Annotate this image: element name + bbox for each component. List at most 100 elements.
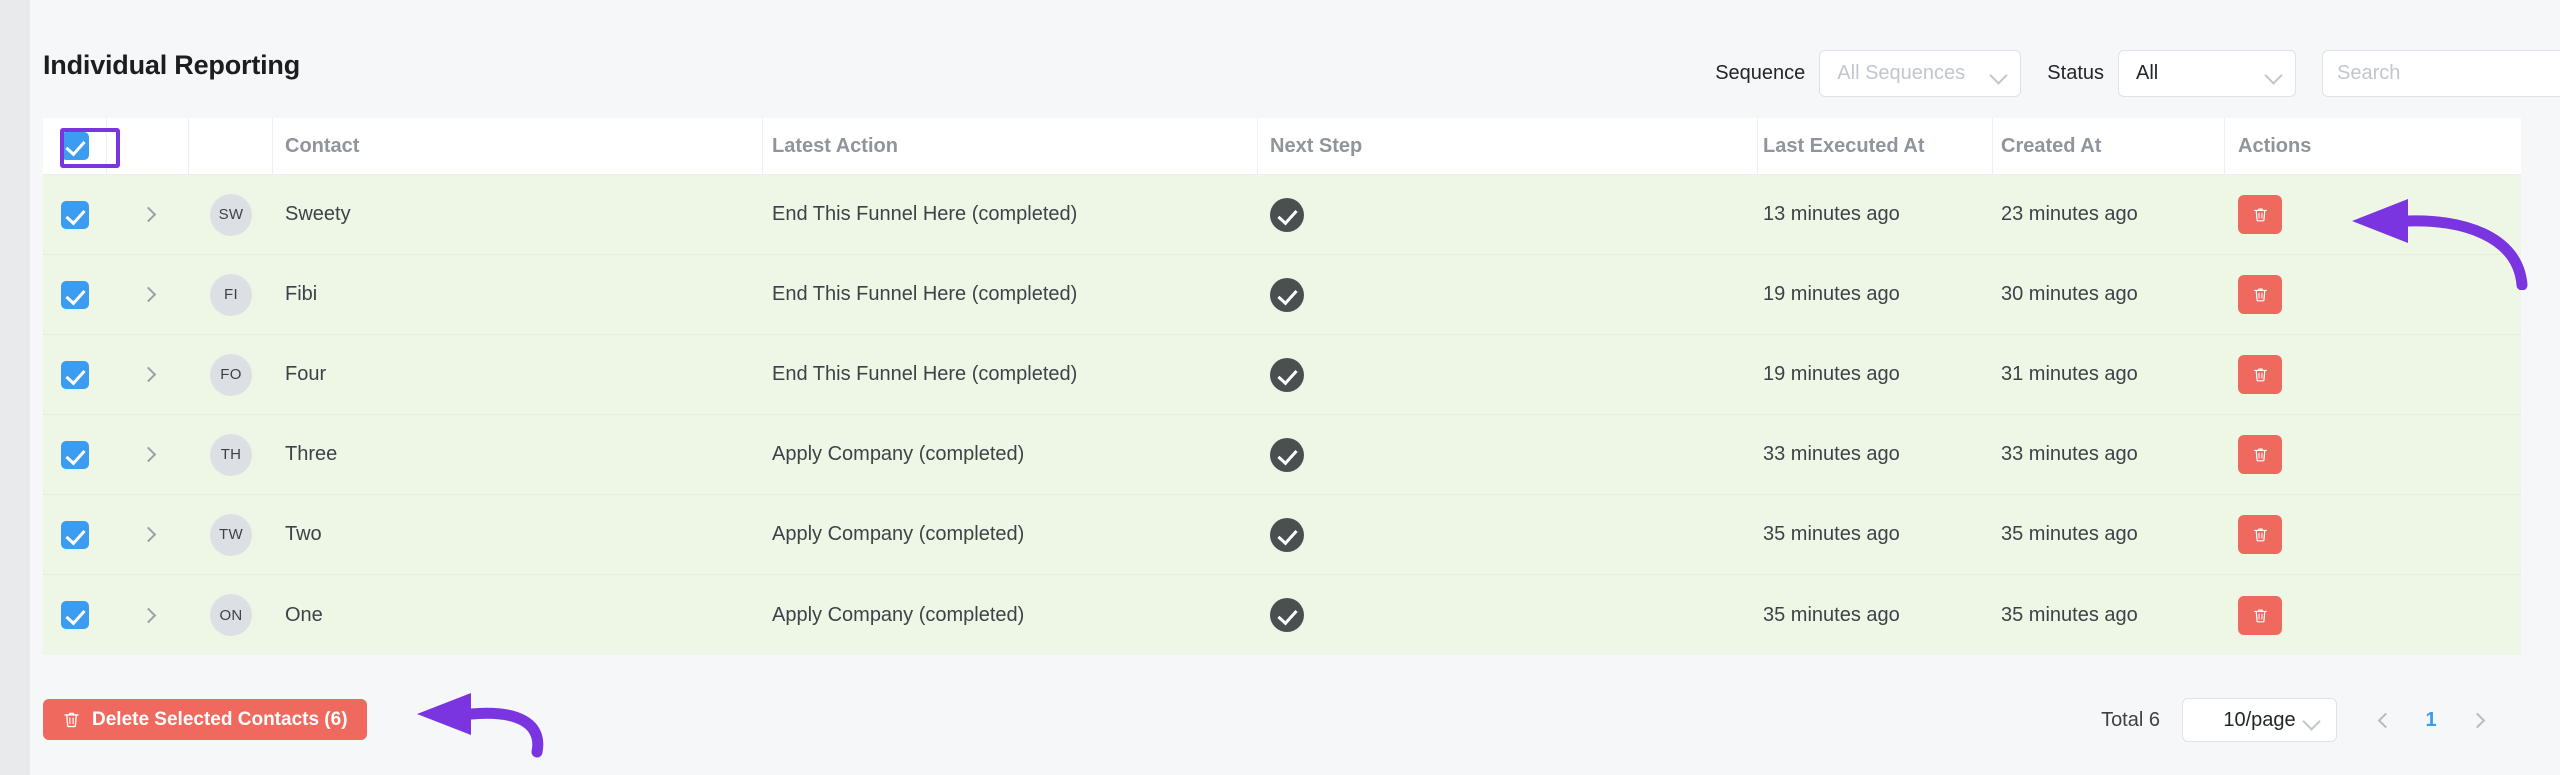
avatar: FI (210, 273, 252, 316)
row-expand-cell[interactable] (107, 575, 189, 655)
status-filter-label: Status (2047, 62, 2104, 84)
next-page-button[interactable] (2454, 698, 2500, 742)
chevron-right-icon[interactable] (140, 206, 156, 223)
row-expand-cell[interactable] (107, 335, 189, 415)
row-delete-button[interactable] (2238, 515, 2282, 554)
previous-page-button[interactable] (2362, 698, 2408, 742)
cell-latest-action: Apply Company (completed) (772, 603, 1025, 626)
row-select-cell (43, 415, 107, 495)
cell-next-step (1258, 175, 1758, 255)
row-checkbox[interactable] (61, 601, 89, 629)
trash-icon (2253, 368, 2267, 382)
row-expand-cell[interactable] (107, 175, 189, 255)
cell-created-at: 31 minutes ago (2001, 363, 2138, 385)
row-select-cell (43, 335, 107, 415)
row-select-cell (43, 495, 107, 575)
row-delete-button[interactable] (2238, 595, 2282, 635)
row-expand-cell[interactable] (107, 495, 189, 575)
check-circle-icon (1270, 357, 1304, 392)
row-delete-button[interactable] (2238, 195, 2282, 234)
trash-icon (2253, 528, 2267, 542)
table-row: FO Four End This Funnel Here (completed) 19… (43, 335, 2521, 415)
chevron-right-icon[interactable] (140, 607, 156, 623)
chevron-right-icon[interactable] (140, 366, 156, 383)
trash-icon (2253, 608, 2267, 622)
column-header-latest-action: Latest Action (763, 117, 1258, 175)
cell-next-step (1258, 255, 1758, 335)
cell-next-step (1258, 495, 1758, 575)
cell-next-step (1258, 415, 1758, 495)
check-circle-icon (1270, 517, 1304, 552)
avatar-header-cell (189, 117, 273, 175)
chevron-down-icon (1989, 65, 2008, 85)
cell-contact: Four (285, 363, 327, 385)
cell-created-at: 23 minutes ago (2001, 203, 2138, 225)
row-checkbox[interactable] (61, 360, 89, 389)
page-number-1[interactable]: 1 (2408, 698, 2454, 742)
row-delete-button[interactable] (2238, 275, 2282, 314)
cell-last-executed-at: 19 minutes ago (1763, 363, 1900, 385)
sequence-select[interactable]: All Sequences (1819, 50, 2022, 97)
cell-created-at: 33 minutes ago (2001, 443, 2138, 465)
table-row: TH Three Apply Company (completed) 33 minut… (43, 415, 2521, 495)
column-header-created-at: Created At (1993, 117, 2225, 175)
app-page: Individual Reporting Sequence All Sequen… (30, 0, 2560, 775)
avatar: ON (210, 594, 252, 636)
search-input[interactable] (2322, 50, 2560, 97)
chevron-right-icon (2469, 712, 2485, 728)
row-avatar-cell: ON (189, 575, 273, 655)
row-expand-cell[interactable] (107, 415, 189, 495)
pager: 1 (2362, 698, 2500, 742)
cell-last-executed-at: 35 minutes ago (1763, 523, 1900, 545)
cell-contact: One (285, 603, 323, 626)
reporting-card-header: Individual Reporting Sequence All Sequen… (30, 0, 2560, 118)
sequence-filter-label: Sequence (1715, 62, 1806, 84)
page-size-select[interactable]: 10/page (2182, 698, 2337, 742)
cell-created-at: 35 minutes ago (2001, 603, 2138, 626)
trash-icon (64, 712, 79, 728)
status-select[interactable]: All (2118, 50, 2296, 97)
avatar: TW (210, 513, 252, 556)
chevron-right-icon[interactable] (140, 446, 156, 463)
chevron-right-icon[interactable] (140, 526, 156, 543)
cell-last-executed-at: 19 minutes ago (1763, 283, 1900, 305)
avatar: SW (210, 193, 252, 236)
total-count-label: Total 6 (2101, 708, 2160, 731)
row-select-cell (43, 175, 107, 255)
row-delete-button[interactable] (2238, 435, 2282, 474)
search-group (2322, 50, 2560, 97)
row-checkbox[interactable] (61, 440, 89, 469)
cell-actions (2225, 495, 2521, 575)
delete-selected-contacts-label: Delete Selected Contacts (6) (92, 708, 348, 730)
cell-actions (2225, 335, 2521, 415)
row-avatar-cell: TW (189, 495, 273, 575)
row-avatar-cell: SW (189, 175, 273, 255)
cell-last-executed-at: 13 minutes ago (1763, 203, 1900, 225)
table-row: SW Sweety End This Funnel Here (completed)… (43, 175, 2521, 255)
select-all-checkbox[interactable] (60, 132, 89, 160)
row-avatar-cell: TH (189, 415, 273, 495)
delete-selected-contacts-button[interactable]: Delete Selected Contacts (6) (43, 699, 367, 740)
row-delete-button[interactable] (2238, 355, 2282, 394)
page-title: Individual Reporting (43, 50, 300, 80)
cell-last-executed-at: 33 minutes ago (1763, 443, 1900, 465)
cell-latest-action: Apply Company (completed) (772, 523, 1025, 545)
table-row: ON One Apply Company (completed) 35 minutes… (43, 575, 2521, 655)
cell-actions (2225, 415, 2521, 495)
expand-header-cell (107, 117, 189, 175)
row-checkbox[interactable] (61, 280, 89, 309)
cell-created-at: 35 minutes ago (2001, 523, 2138, 545)
row-checkbox[interactable] (61, 200, 89, 229)
row-select-cell (43, 575, 107, 655)
row-expand-cell[interactable] (107, 255, 189, 335)
avatar: TH (210, 433, 252, 476)
table-header-row: Contact Latest Action Next Step Last Exe… (43, 117, 2521, 175)
chevron-left-icon (2377, 712, 2393, 728)
table-row: TW Two Apply Company (completed) 35 minutes… (43, 495, 2521, 575)
sequence-select-value: All Sequences (1837, 62, 1966, 84)
chevron-right-icon[interactable] (140, 286, 156, 303)
table-footer: Delete Selected Contacts (6) Total 6 10/… (43, 690, 2521, 760)
cell-last-executed-at: 35 minutes ago (1763, 603, 1900, 626)
cell-created-at: 30 minutes ago (2001, 283, 2138, 305)
row-checkbox[interactable] (61, 520, 89, 549)
